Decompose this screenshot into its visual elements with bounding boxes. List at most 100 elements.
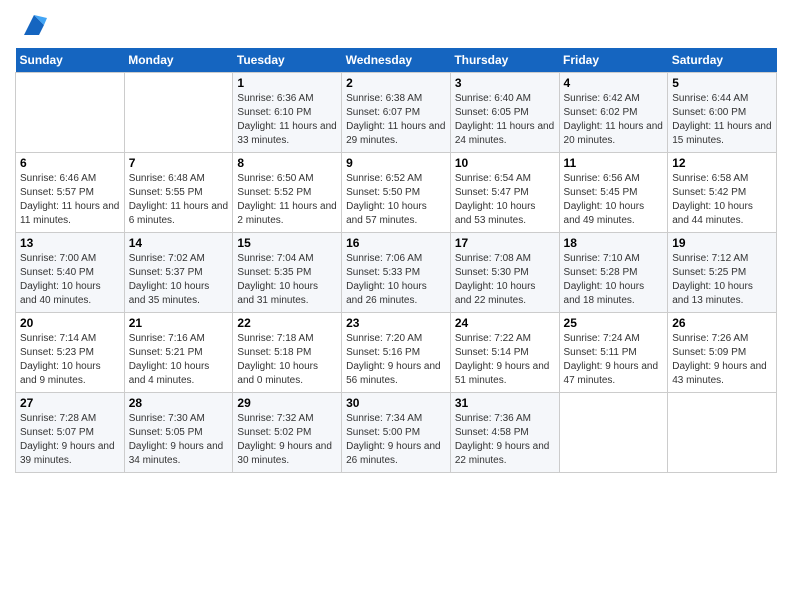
day-detail: Sunrise: 6:42 AMSunset: 6:02 PMDaylight:… [564,92,664,148]
calendar-cell: 17 Sunrise: 7:08 AMSunset: 5:30 PMDayligh… [450,233,559,313]
day-detail: Sunrise: 7:14 AMSunset: 5:23 PMDaylight:… [20,332,120,388]
calendar-cell: 2Sunrise: 6:38 AMSunset: 6:07 PMDaylight… [342,73,451,153]
day-number: 29 [237,396,337,410]
header-day: Wednesday [342,48,451,73]
day-number: 19 [672,236,772,250]
header-day: Monday [124,48,233,73]
page-container: SundayMondayTuesdayWednesdayThursdayFrid… [0,0,792,483]
day-detail: Sunrise: 6:56 AMSunset: 5:45 PMDaylight:… [564,172,664,228]
day-number: 1 [237,76,337,90]
header-day: Thursday [450,48,559,73]
day-detail: Sunrise: 7:22 AMSunset: 5:14 PMDaylight:… [455,332,555,388]
day-detail: Sunrise: 7:20 AMSunset: 5:16 PMDaylight:… [346,332,446,388]
day-number: 14 [129,236,229,250]
calendar-cell: 13 Sunrise: 7:00 AMSunset: 5:40 PMDayligh… [16,233,125,313]
day-detail: Sunrise: 7:28 AMSunset: 5:07 PMDaylight:… [20,412,120,468]
day-number: 25 [564,316,664,330]
header-row: SundayMondayTuesdayWednesdayThursdayFrid… [16,48,777,73]
day-number: 17 [455,236,555,250]
day-detail: Sunrise: 6:40 AMSunset: 6:05 PMDaylight:… [455,92,555,148]
day-detail: Sunrise: 7:18 AMSunset: 5:18 PMDaylight:… [237,332,337,388]
day-number: 2 [346,76,446,90]
calendar-cell: 20 Sunrise: 7:14 AMSunset: 5:23 PMDayligh… [16,313,125,393]
day-detail: Sunrise: 6:44 AMSunset: 6:00 PMDaylight:… [672,92,772,148]
day-detail: Sunrise: 6:50 AMSunset: 5:52 PMDaylight:… [237,172,337,228]
day-detail: Sunrise: 7:10 AMSunset: 5:28 PMDaylight:… [564,252,664,308]
day-detail: Sunrise: 7:32 AMSunset: 5:02 PMDaylight:… [237,412,337,468]
day-number: 4 [564,76,664,90]
day-detail: Sunrise: 7:08 AMSunset: 5:30 PMDaylight:… [455,252,555,308]
calendar-cell: 3 Sunrise: 6:40 AMSunset: 6:05 PMDaylight… [450,73,559,153]
calendar-cell: 7Sunrise: 6:48 AMSunset: 5:55 PMDaylight… [124,153,233,233]
day-number: 10 [455,156,555,170]
day-number: 3 [455,76,555,90]
calendar-cell: 10 Sunrise: 6:54 AMSunset: 5:47 PMDayligh… [450,153,559,233]
logo [15,10,49,40]
day-number: 9 [346,156,446,170]
calendar-cell: 24 Sunrise: 7:22 AMSunset: 5:14 PMDayligh… [450,313,559,393]
day-detail: Sunrise: 7:26 AMSunset: 5:09 PMDaylight:… [672,332,772,388]
day-detail: Sunrise: 7:12 AMSunset: 5:25 PMDaylight:… [672,252,772,308]
calendar-header: SundayMondayTuesdayWednesdayThursdayFrid… [16,48,777,73]
day-number: 5 [672,76,772,90]
day-number: 13 [20,236,120,250]
day-detail: Sunrise: 6:58 AMSunset: 5:42 PMDaylight:… [672,172,772,228]
calendar-cell: 21 Sunrise: 7:16 AMSunset: 5:21 PMDayligh… [124,313,233,393]
calendar-week-row: 1 Sunrise: 6:36 AMSunset: 6:10 PMDaylight… [16,73,777,153]
day-number: 15 [237,236,337,250]
calendar-week-row: 27 Sunrise: 7:28 AMSunset: 5:07 PMDayligh… [16,393,777,473]
day-number: 12 [672,156,772,170]
day-number: 18 [564,236,664,250]
calendar-cell: 22 Sunrise: 7:18 AMSunset: 5:18 PMDayligh… [233,313,342,393]
day-number: 28 [129,396,229,410]
calendar-cell: 25Sunrise: 7:24 AMSunset: 5:11 PMDayligh… [559,313,668,393]
day-detail: Sunrise: 7:34 AMSunset: 5:00 PMDaylight:… [346,412,446,468]
calendar-cell: 19 Sunrise: 7:12 AMSunset: 5:25 PMDayligh… [668,233,777,313]
day-detail: Sunrise: 6:54 AMSunset: 5:47 PMDaylight:… [455,172,555,228]
calendar-cell: 29 Sunrise: 7:32 AMSunset: 5:02 PMDayligh… [233,393,342,473]
day-detail: Sunrise: 6:46 AMSunset: 5:57 PMDaylight:… [20,172,120,228]
day-number: 21 [129,316,229,330]
day-detail: Sunrise: 7:02 AMSunset: 5:37 PMDaylight:… [129,252,229,308]
day-number: 6 [20,156,120,170]
day-number: 24 [455,316,555,330]
day-number: 8 [237,156,337,170]
calendar-week-row: 6 Sunrise: 6:46 AMSunset: 5:57 PMDaylight… [16,153,777,233]
calendar-week-row: 20 Sunrise: 7:14 AMSunset: 5:23 PMDayligh… [16,313,777,393]
day-number: 27 [20,396,120,410]
calendar-body: 1 Sunrise: 6:36 AMSunset: 6:10 PMDaylight… [16,73,777,473]
calendar-cell [559,393,668,473]
day-number: 30 [346,396,446,410]
calendar-table: SundayMondayTuesdayWednesdayThursdayFrid… [15,48,777,473]
day-detail: Sunrise: 6:36 AMSunset: 6:10 PMDaylight:… [237,92,337,148]
day-detail: Sunrise: 6:48 AMSunset: 5:55 PMDaylight:… [129,172,229,228]
calendar-cell: 4 Sunrise: 6:42 AMSunset: 6:02 PMDaylight… [559,73,668,153]
day-number: 11 [564,156,664,170]
day-detail: Sunrise: 7:36 AMSunset: 4:58 PMDaylight:… [455,412,555,468]
calendar-cell: 27 Sunrise: 7:28 AMSunset: 5:07 PMDayligh… [16,393,125,473]
day-number: 23 [346,316,446,330]
calendar-cell: 31Sunrise: 7:36 AMSunset: 4:58 PMDayligh… [450,393,559,473]
calendar-cell: 28 Sunrise: 7:30 AMSunset: 5:05 PMDayligh… [124,393,233,473]
header-day: Sunday [16,48,125,73]
calendar-week-row: 13 Sunrise: 7:00 AMSunset: 5:40 PMDayligh… [16,233,777,313]
calendar-cell: 15Sunrise: 7:04 AMSunset: 5:35 PMDayligh… [233,233,342,313]
calendar-cell: 8 Sunrise: 6:50 AMSunset: 5:52 PMDaylight… [233,153,342,233]
calendar-cell: 12 Sunrise: 6:58 AMSunset: 5:42 PMDayligh… [668,153,777,233]
day-number: 22 [237,316,337,330]
logo-icon [19,10,49,40]
calendar-cell: 1 Sunrise: 6:36 AMSunset: 6:10 PMDaylight… [233,73,342,153]
day-detail: Sunrise: 7:16 AMSunset: 5:21 PMDaylight:… [129,332,229,388]
day-number: 20 [20,316,120,330]
calendar-cell [16,73,125,153]
day-detail: Sunrise: 6:52 AMSunset: 5:50 PMDaylight:… [346,172,446,228]
calendar-cell: 14 Sunrise: 7:02 AMSunset: 5:37 PMDayligh… [124,233,233,313]
calendar-cell: 16Sunrise: 7:06 AMSunset: 5:33 PMDayligh… [342,233,451,313]
day-detail: Sunrise: 7:06 AMSunset: 5:33 PMDaylight:… [346,252,446,308]
calendar-cell [124,73,233,153]
calendar-cell: 9 Sunrise: 6:52 AMSunset: 5:50 PMDaylight… [342,153,451,233]
header-day: Friday [559,48,668,73]
day-number: 26 [672,316,772,330]
day-detail: Sunrise: 7:30 AMSunset: 5:05 PMDaylight:… [129,412,229,468]
day-detail: Sunrise: 7:00 AMSunset: 5:40 PMDaylight:… [20,252,120,308]
